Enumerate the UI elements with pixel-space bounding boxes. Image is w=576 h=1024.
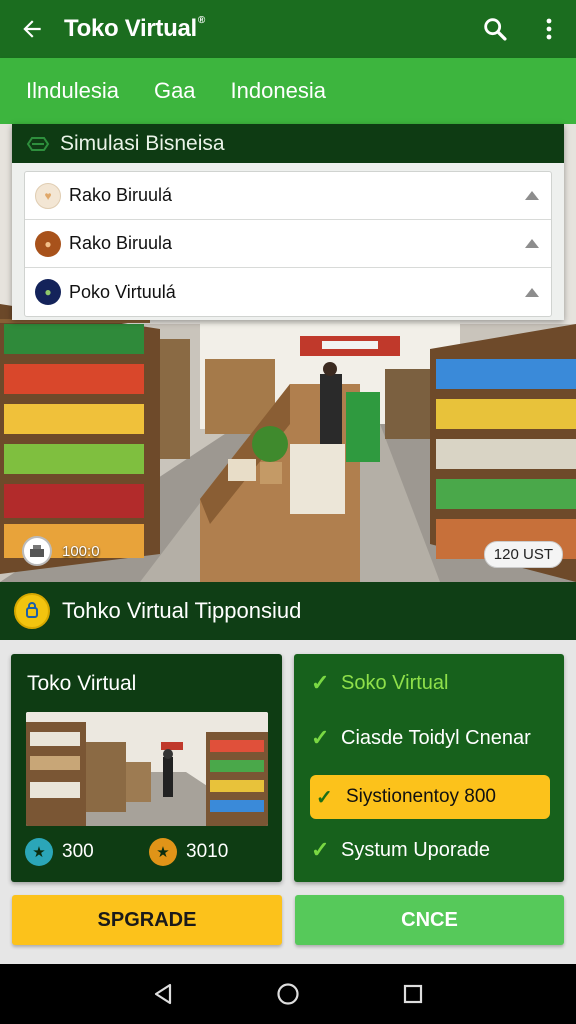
store-icon <box>26 136 50 151</box>
check-icon: ✓ <box>311 670 330 695</box>
list-item-label: Rako Biruula <box>69 233 173 253</box>
caret-up-icon[interactable] <box>525 239 539 248</box>
simulation-panel: Simulasi Bisneisa ♥ Rako Biruulá ● Rako … <box>12 124 564 320</box>
feature-item-highlighted[interactable]: ✓ Siystionentoy 800 <box>310 775 550 819</box>
cash-register-badge: 100:0 <box>22 536 100 566</box>
search-button[interactable] <box>468 0 522 58</box>
item-list: ♥ Rako Biruulá ● Rako Biruula ● Poko Vir… <box>24 171 552 317</box>
check-icon: ✓ <box>311 725 330 750</box>
stat-secondary: ★ 3010 <box>149 838 228 866</box>
tab-indonesia[interactable]: Indonesia <box>231 78 326 104</box>
avatar: ♥ <box>35 182 61 209</box>
avatar: ● <box>35 279 61 305</box>
register-value: 100:0 <box>62 542 100 560</box>
promo-title: Tohko Virtual Tipponsiud <box>62 598 302 623</box>
promo-strip: Tohko Virtual Tipponsiud <box>0 582 576 640</box>
panel-header: Simulasi Bisneisa <box>12 124 564 163</box>
triangle-back-icon <box>154 983 171 1005</box>
check-icon: ✓ <box>316 786 333 809</box>
check-icon: ✓ <box>311 837 330 862</box>
list-item-label: Poko Virtuulá <box>69 281 176 302</box>
register-icon <box>22 536 52 566</box>
cancel-button[interactable]: CNCE <box>295 895 564 945</box>
more-vert-icon <box>546 18 552 40</box>
feature-item: ✓ Ciasde Toidyl Cnenar <box>311 725 531 751</box>
feature-label: Systum Uporade <box>341 838 490 861</box>
search-icon <box>484 18 507 41</box>
coin-icon <box>14 593 50 629</box>
list-item-label: Rako Biruulá <box>69 185 173 205</box>
list-item[interactable]: ♥ Rako Biruulá <box>25 172 551 220</box>
stat-value: 3010 <box>186 841 229 862</box>
stat-value: 300 <box>62 841 94 862</box>
feature-label: Soko Virtual <box>341 671 449 694</box>
star-icon: ★ <box>25 838 53 866</box>
feature-label: Siystionentoy 800 <box>346 786 496 807</box>
circle-home-icon <box>277 983 299 1005</box>
square-recents-icon <box>404 984 423 1004</box>
tab-bar: Ilndulesia Gaa Indonesia <box>0 58 576 124</box>
feature-item: ✓ Systum Uporade <box>311 837 490 863</box>
store-card[interactable]: Toko Virtual ★ 300 ★ 3010 <box>11 654 282 882</box>
nav-back-button[interactable] <box>148 979 178 1009</box>
features-card: ✓ Soko Virtual ✓ Ciasde Toidyl Cnenar ✓ … <box>294 654 564 882</box>
avatar: ● <box>35 230 61 257</box>
back-button[interactable] <box>0 16 64 42</box>
app-bar: Toko Virtual® <box>0 0 576 58</box>
nav-home-button[interactable] <box>273 979 303 1009</box>
list-item[interactable]: ● Rako Biruula <box>25 220 551 268</box>
panel-title: Simulasi Bisneisa <box>60 131 225 155</box>
app-title: Toko Virtual® <box>64 15 205 42</box>
store-thumbnail <box>26 712 268 826</box>
upgrade-button[interactable]: SPGRADE <box>12 895 282 945</box>
caret-up-icon[interactable] <box>525 191 539 200</box>
arrow-left-icon <box>23 20 41 38</box>
store-card-title: Toko Virtual <box>27 672 137 695</box>
tab-ilndulesia[interactable]: Ilndulesia <box>26 78 119 104</box>
tab-gaa[interactable]: Gaa <box>154 78 196 104</box>
stat-primary: ★ 300 <box>25 838 94 866</box>
more-menu-button[interactable] <box>522 0 576 58</box>
feature-label: Ciasde Toidyl Cnenar <box>341 726 531 749</box>
feature-item: ✓ Soko Virtual <box>311 670 448 696</box>
star-icon: ★ <box>149 838 177 866</box>
system-nav-bar <box>0 964 576 1024</box>
nav-recents-button[interactable] <box>398 979 428 1009</box>
list-item[interactable]: ● Poko Virtuulá <box>25 268 551 316</box>
caret-up-icon[interactable] <box>525 287 539 297</box>
price-badge: 120 UST <box>483 541 563 568</box>
